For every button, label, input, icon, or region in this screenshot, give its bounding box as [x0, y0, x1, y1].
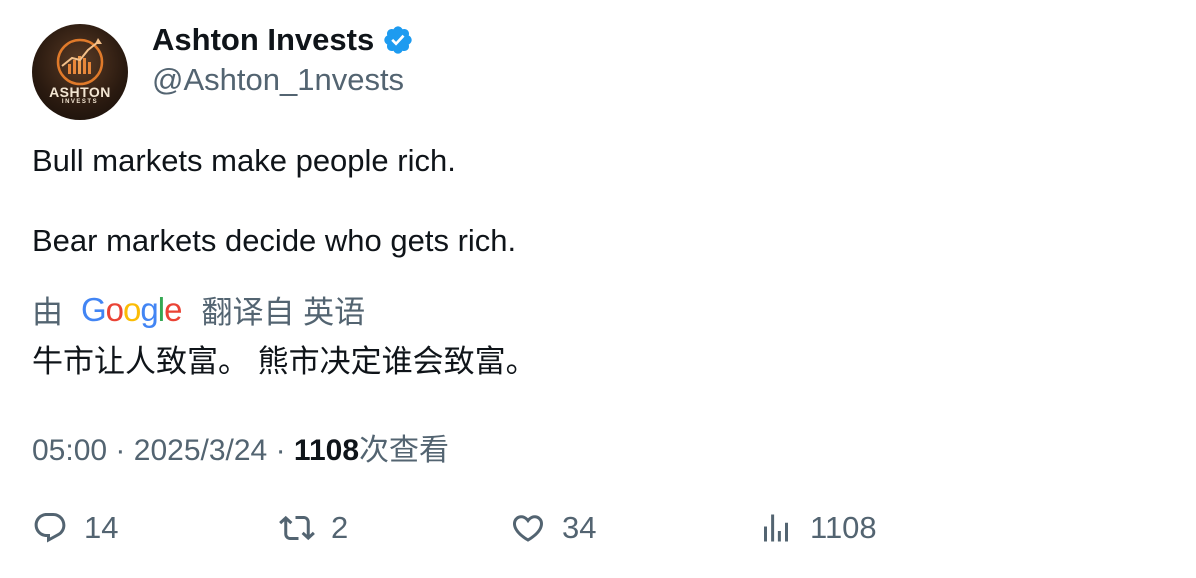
avatar[interactable]: ASHTON INVESTS [32, 24, 128, 120]
translation-suffix: 翻译自 英语 [201, 295, 366, 330]
views-action-count: 1108 [810, 510, 877, 545]
reply-count: 14 [84, 510, 119, 545]
verified-badge-icon[interactable] [382, 24, 414, 56]
tweet-text-line-1: Bull markets make people rich. [32, 143, 456, 178]
tweet-date[interactable]: 2025/3/24 [134, 434, 267, 467]
author-name-row: Ashton Invests [152, 22, 414, 58]
like-button[interactable]: 34 [510, 510, 596, 546]
author-handle[interactable]: @Ashton_1nvests [152, 62, 404, 98]
display-name[interactable]: Ashton Invests [152, 22, 374, 58]
avatar-brand-text: ASHTON [49, 84, 111, 100]
views-button[interactable]: 1108 [758, 510, 877, 546]
views-count: 1108 [293, 434, 360, 467]
translated-text: 牛市让人致富。 熊市决定谁会致富。 [32, 344, 537, 379]
tweet-meta: 05:00 · 2025/3/24 · 1108次查看 [32, 425, 449, 469]
meta-separator: · [115, 434, 126, 467]
retweet-icon [279, 515, 315, 541]
heart-icon [512, 515, 544, 542]
retweet-button[interactable]: 2 [279, 510, 348, 546]
reply-button[interactable]: 14 [32, 510, 118, 546]
meta-separator: · [275, 434, 286, 467]
retweet-count: 2 [331, 510, 349, 545]
tweet-text-line-2: Bear markets decide who gets rich. [32, 223, 517, 258]
chart-logo-icon [56, 38, 104, 86]
views-label: 次查看 [359, 434, 450, 467]
translation-attribution[interactable]: 由 Google 翻译自 英语 [32, 287, 365, 332]
reply-icon [34, 513, 66, 543]
translation-prefix: 由 [32, 295, 63, 330]
analytics-icon [764, 514, 788, 542]
avatar-brand-subtext: INVESTS [61, 99, 99, 105]
tweet-time[interactable]: 05:00 [32, 434, 107, 467]
google-logo: Google [81, 290, 182, 328]
like-count: 34 [562, 510, 597, 545]
